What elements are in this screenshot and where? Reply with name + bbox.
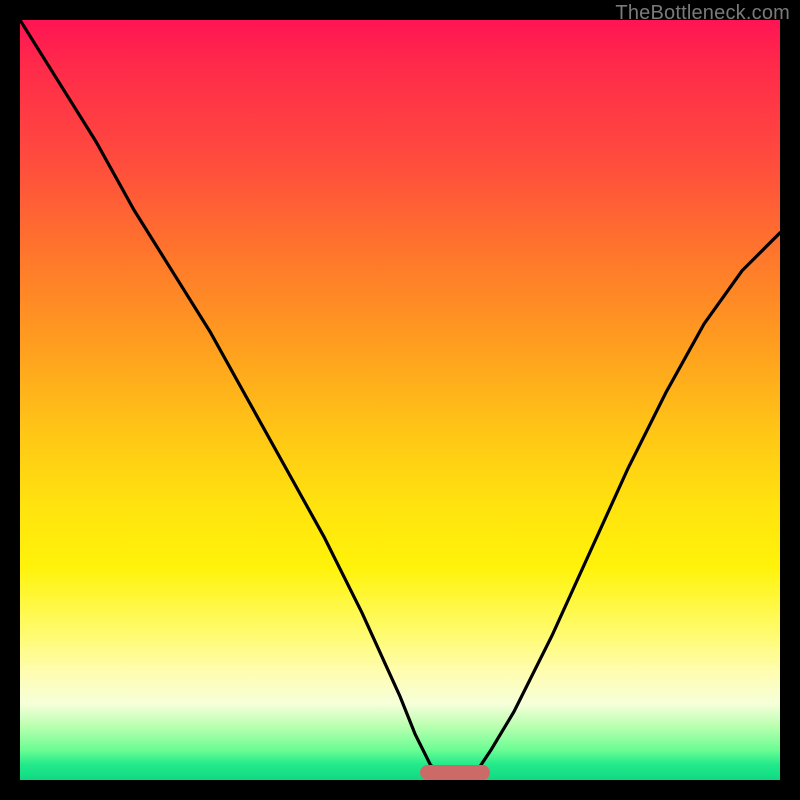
- bottleneck-curve: [20, 20, 780, 780]
- optimal-range-marker: [420, 765, 490, 780]
- curve-layer: [20, 20, 780, 780]
- chart-stage: TheBottleneck.com: [0, 0, 800, 800]
- plot-area: [20, 20, 780, 780]
